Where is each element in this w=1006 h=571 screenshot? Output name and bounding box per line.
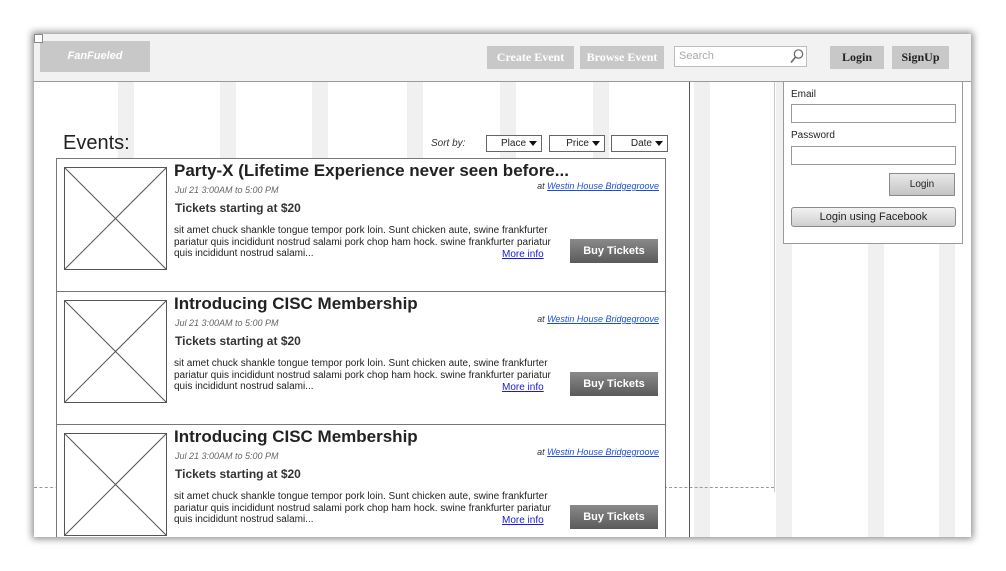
more-info-link[interactable]: More info xyxy=(502,249,544,260)
ticket-price: Tickets starting at $20 xyxy=(175,334,301,348)
sort-place-label: Place xyxy=(500,138,526,149)
guide-line xyxy=(664,487,774,488)
event-date: Jul 21 3:00AM to 5:00 PM xyxy=(175,185,279,195)
chevron-down-icon xyxy=(529,140,537,146)
venue-prefix: at xyxy=(537,181,545,191)
venue-prefix: at xyxy=(537,447,545,457)
event-date: Jul 21 3:00AM to 5:00 PM xyxy=(175,451,279,461)
more-info-link[interactable]: More info xyxy=(502,515,544,526)
buy-tickets-button[interactable]: Buy Tickets xyxy=(570,505,658,529)
signup-button[interactable]: SignUp xyxy=(892,46,949,69)
logo[interactable]: FanFueled xyxy=(40,41,150,72)
venue-link[interactable]: Westin House Bridgegroove xyxy=(547,181,659,191)
ticket-price: Tickets starting at $20 xyxy=(175,467,301,481)
top-nav-bar: FanFueled Create Event Browse Event Sear… xyxy=(34,34,971,82)
chevron-down-icon xyxy=(592,140,600,146)
event-title[interactable]: Party-X (Lifetime Experience never seen … xyxy=(174,161,569,181)
facebook-login-button[interactable]: Login using Facebook xyxy=(791,207,956,227)
more-info-link[interactable]: More info xyxy=(502,382,544,393)
password-label: Password xyxy=(791,130,835,141)
sort-date-dropdown[interactable]: Date xyxy=(611,135,668,152)
sort-price-dropdown[interactable]: Price xyxy=(549,135,605,152)
venue-prefix: at xyxy=(537,314,545,324)
email-field[interactable] xyxy=(791,104,956,123)
event-venue: at Westin House Bridgegroove xyxy=(537,181,659,191)
venue-link[interactable]: Westin House Bridgegroove xyxy=(547,447,659,457)
sort-place-dropdown[interactable]: Place xyxy=(486,135,542,152)
event-venue: at Westin House Bridgegroove xyxy=(537,314,659,324)
page-title: Events: xyxy=(63,132,130,154)
event-description: sit amet chuck shankle tongue tempor por… xyxy=(174,491,551,525)
divider xyxy=(774,82,775,492)
event-description: sit amet chuck shankle tongue tempor por… xyxy=(174,225,551,259)
create-event-button[interactable]: Create Event xyxy=(487,46,574,69)
image-placeholder-icon xyxy=(64,167,167,270)
buy-tickets-button[interactable]: Buy Tickets xyxy=(570,372,658,396)
venue-link[interactable]: Westin House Bridgegroove xyxy=(547,314,659,324)
search-icon[interactable] xyxy=(789,48,805,64)
sort-date-label: Date xyxy=(630,138,652,149)
event-card: Party-X (Lifetime Experience never seen … xyxy=(56,158,666,292)
chevron-down-icon xyxy=(655,140,663,146)
event-date: Jul 21 3:00AM to 5:00 PM xyxy=(175,318,279,328)
image-placeholder-icon xyxy=(64,433,167,536)
event-card: Introducing CISC Membership Jul 21 3:00A… xyxy=(56,291,666,425)
buy-tickets-button[interactable]: Buy Tickets xyxy=(570,239,658,263)
event-title[interactable]: Introducing CISC Membership xyxy=(174,294,418,314)
event-title[interactable]: Introducing CISC Membership xyxy=(174,427,418,447)
sort-label: Sort by: xyxy=(431,138,466,149)
event-card: Introducing CISC Membership Jul 21 3:00A… xyxy=(56,424,666,537)
login-dropdown: Email Password Login Login using Faceboo… xyxy=(783,81,963,244)
search-input[interactable]: Search xyxy=(674,46,807,67)
resize-handle xyxy=(34,34,43,43)
login-button[interactable]: Login xyxy=(830,46,884,69)
submit-login-button[interactable]: Login xyxy=(889,173,955,196)
email-label: Email xyxy=(791,89,817,100)
event-description: sit amet chuck shankle tongue tempor por… xyxy=(174,358,551,392)
sort-price-label: Price xyxy=(566,138,589,149)
grid-column xyxy=(694,82,710,537)
password-field[interactable] xyxy=(791,146,956,165)
divider xyxy=(689,82,690,537)
ticket-price: Tickets starting at $20 xyxy=(175,201,301,215)
browse-event-button[interactable]: Browse Event xyxy=(580,46,664,69)
event-venue: at Westin House Bridgegroove xyxy=(537,447,659,457)
image-placeholder-icon xyxy=(64,300,167,403)
browser-frame: FanFueled Create Event Browse Event Sear… xyxy=(34,34,971,537)
